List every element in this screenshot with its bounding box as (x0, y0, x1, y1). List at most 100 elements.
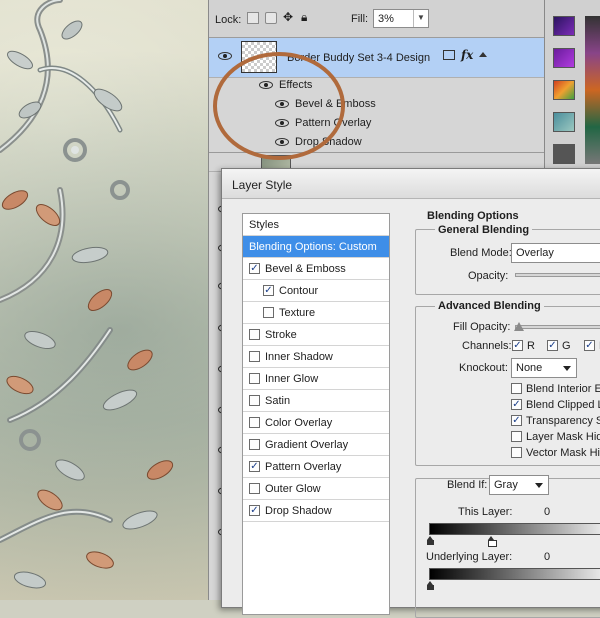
underlying-layer-gradient[interactable] (429, 568, 600, 580)
fill-opacity-label: Fill Opacity: (453, 321, 511, 333)
swatch-column[interactable] (585, 16, 600, 164)
blend-mode-dropdown[interactable]: Overlay (511, 243, 600, 263)
styles-item-label: Bevel & Emboss (265, 263, 346, 275)
annotation-circle (213, 52, 345, 160)
fill-dropdown-icon[interactable]: ▼ (413, 10, 428, 27)
styles-item-contour[interactable]: ✓ Contour (243, 280, 389, 302)
styles-item-label: Outer Glow (265, 483, 321, 495)
styles-item-gradient-overlay[interactable]: Gradient Overlay (243, 434, 389, 456)
styles-item-label: Contour (279, 285, 319, 297)
styles-item-pattern-overlay[interactable]: ✓ Pattern Overlay (243, 456, 389, 478)
styles-item-color-overlay[interactable]: Color Overlay (243, 412, 389, 434)
styles-item-label: Inner Shadow (265, 351, 333, 363)
styles-item-outer-glow[interactable]: Outer Glow (243, 478, 389, 500)
swatch[interactable] (553, 80, 575, 100)
opacity-slider[interactable] (515, 273, 600, 277)
this-layer-gradient[interactable] (429, 523, 600, 535)
advanced-option-4-checkbox[interactable]: Vector Mask Hides Effects (511, 446, 600, 460)
styles-item-checkbox[interactable]: ✓ (249, 505, 260, 516)
blend-if-group (415, 478, 600, 618)
styles-item-checkbox[interactable] (249, 439, 260, 450)
styles-item-checkbox[interactable]: ✓ (249, 461, 260, 472)
advanced-option-label: Transparency Shapes Layer (526, 415, 600, 427)
advanced-option-check[interactable]: ✓ (511, 415, 522, 426)
advanced-option-check[interactable]: ✓ (511, 399, 522, 410)
styles-item-checkbox[interactable] (249, 483, 260, 494)
styles-item-checkbox[interactable] (249, 329, 260, 340)
advanced-blending-title: Advanced Blending (435, 300, 544, 312)
advanced-option-label: Vector Mask Hides Effects (526, 447, 600, 459)
fx-icon[interactable]: fx (461, 48, 473, 62)
lock-label: Lock: (215, 14, 242, 26)
advanced-option-0-checkbox[interactable]: Blend Interior Effects as Group (511, 382, 600, 396)
layer-style-dialog: Layer Style Styles Blending Options: Cus… (221, 168, 600, 618)
dialog-title: Layer Style (232, 178, 293, 192)
advanced-option-3-checkbox[interactable]: Layer Mask Hides Effects (511, 430, 600, 444)
advanced-option-check[interactable] (511, 447, 522, 458)
styles-item-label: Inner Glow (265, 373, 319, 385)
fill-label: Fill: (351, 13, 369, 25)
advanced-option-check[interactable] (511, 383, 522, 394)
swatch[interactable] (553, 144, 575, 164)
advanced-option-1-checkbox[interactable]: ✓ Blend Clipped Layers as Group (511, 398, 600, 412)
channel-g-checkbox[interactable]: ✓ G (547, 339, 577, 353)
lock-position-icon[interactable]: ✥ (283, 10, 295, 24)
this-layer-mid-marker[interactable] (488, 536, 497, 547)
scroll-up-arrow-icon[interactable] (479, 52, 487, 57)
underlying-layer-label: Underlying Layer: (426, 551, 513, 563)
styles-item-checkbox[interactable] (249, 373, 260, 384)
opacity-label: Opacity: (468, 270, 509, 282)
styles-item-label: Color Overlay (265, 417, 333, 429)
fill-opacity-slider-thumb[interactable] (514, 322, 524, 331)
general-blending-title: General Blending (435, 224, 533, 236)
advanced-option-label: Blend Interior Effects as Group (526, 383, 600, 395)
fill-value: 3% (378, 13, 394, 25)
swatch[interactable] (553, 112, 575, 132)
underlying-layer-black-marker[interactable] (427, 581, 434, 590)
styles-item-stroke[interactable]: Stroke (243, 324, 389, 346)
styles-item-checkbox[interactable] (263, 307, 274, 318)
knockout-value: None (516, 362, 543, 374)
blend-if-dropdown[interactable]: Gray (489, 475, 549, 495)
this-layer-black-marker[interactable] (427, 536, 434, 545)
lock-image-pixels-icon[interactable] (265, 12, 277, 24)
lock-transparent-pixels-icon[interactable] (247, 12, 259, 24)
styles-item-blending-options-custom[interactable]: Blending Options: Custom (243, 236, 389, 258)
channel-r-check[interactable]: ✓ (512, 340, 523, 351)
styles-item-checkbox[interactable] (249, 395, 260, 406)
swatch[interactable] (553, 16, 575, 36)
styles-item-satin[interactable]: Satin (243, 390, 389, 412)
styles-item-checkbox[interactable] (249, 417, 260, 428)
chevron-down-icon (563, 366, 571, 371)
advanced-option-2-checkbox[interactable]: ✓ Transparency Shapes Layer (511, 414, 600, 428)
styles-item-checkbox[interactable] (249, 351, 260, 362)
channel-b-check[interactable]: ✓ (584, 340, 595, 351)
blend-mode-label: Blend Mode: (450, 247, 512, 259)
this-layer-value: 0 (544, 506, 551, 518)
styles-item-bevel-emboss[interactable]: ✓ Bevel & Emboss (243, 258, 389, 280)
styles-item-texture[interactable]: Texture (243, 302, 389, 324)
channel-g-check[interactable]: ✓ (547, 340, 558, 351)
styles-item-inner-glow[interactable]: Inner Glow (243, 368, 389, 390)
layer-style-link-icon (443, 50, 455, 60)
blend-if-label: Blend If: (447, 479, 488, 491)
styles-item-checkbox[interactable]: ✓ (263, 285, 274, 296)
styles-list: Styles Blending Options: Custom ✓ Bevel & … (242, 213, 390, 615)
styles-header[interactable]: Styles (243, 214, 389, 236)
underlying-layer-value: 0 (544, 551, 551, 563)
lock-all-icon[interactable]: 🔒︎ (301, 10, 313, 24)
knockout-dropdown[interactable]: None (511, 358, 577, 378)
advanced-option-check[interactable] (511, 431, 522, 442)
layers-lock-bar: Lock: ✥ 🔒︎ Fill: 3% ▼ (209, 0, 545, 38)
styles-item-drop-shadow[interactable]: ✓ Drop Shadow (243, 500, 389, 522)
styles-item-label: Pattern Overlay (265, 461, 342, 473)
fill-opacity-slider[interactable] (515, 325, 600, 329)
styles-item-label: Stroke (265, 329, 297, 341)
swatch[interactable] (553, 48, 575, 68)
swatches-panel (544, 0, 600, 170)
channel-b-checkbox[interactable]: ✓ B (584, 339, 600, 353)
styles-item-inner-shadow[interactable]: Inner Shadow (243, 346, 389, 368)
channel-r-checkbox[interactable]: ✓ R (512, 339, 542, 353)
dialog-titlebar[interactable]: Layer Style (222, 169, 600, 199)
styles-item-checkbox[interactable]: ✓ (249, 263, 260, 274)
